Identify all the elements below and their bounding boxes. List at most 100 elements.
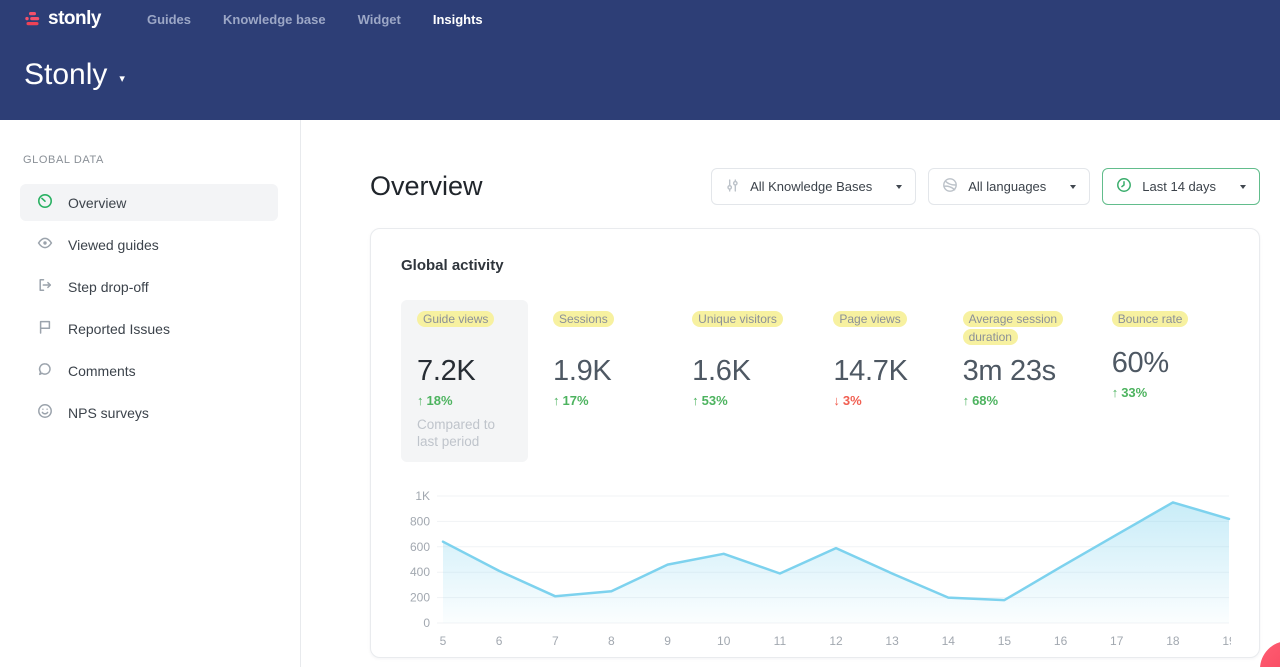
metric-value: 14.7K	[833, 355, 962, 388]
metric-value: 1.6K	[692, 355, 833, 388]
metric-sessions[interactable]: Sessions 1.9K 17%	[553, 300, 692, 462]
main-content: Overview All Knowledge Bases	[301, 120, 1280, 667]
sidebar-item-comments[interactable]: Comments	[20, 352, 278, 389]
up-arrow-icon	[417, 393, 424, 408]
card-title: Global activity	[401, 257, 1229, 274]
svg-text:14: 14	[942, 634, 956, 648]
svg-text:17: 17	[1110, 634, 1124, 648]
svg-text:10: 10	[717, 634, 731, 648]
svg-text:200: 200	[410, 591, 430, 605]
workspace-band: Stonly ▾	[0, 38, 1280, 120]
activity-chart: 02004006008001K5678910111213141516171819	[401, 484, 1229, 661]
top-nav: Guides Knowledge base Widget Insights	[131, 12, 499, 27]
sidebar-item-step-drop-off[interactable]: Step drop-off	[20, 268, 278, 305]
sidebar-item-viewed-guides[interactable]: Viewed guides	[20, 226, 278, 263]
sidebar-item-reported-issues[interactable]: Reported Issues	[20, 310, 278, 347]
sidebar-item-nps-surveys[interactable]: NPS surveys	[20, 394, 278, 431]
up-arrow-icon	[692, 393, 699, 408]
metric-label: Bounce rate	[1112, 311, 1189, 327]
metric-label: Guide views	[417, 311, 494, 327]
svg-text:15: 15	[998, 634, 1012, 648]
stonly-logo-icon	[24, 10, 42, 28]
clock-icon	[1116, 177, 1132, 196]
gauge-icon	[37, 193, 53, 212]
dropdown-label: Last 14 days	[1142, 179, 1216, 194]
area-chart-svg: 02004006008001K5678910111213141516171819	[401, 484, 1231, 656]
nav-knowledge-base[interactable]: Knowledge base	[207, 12, 342, 27]
metric-change: 33%	[1112, 385, 1229, 400]
metric-change: 18%	[417, 393, 512, 408]
step-dropoff-icon	[37, 277, 53, 296]
sidebar: GLOBAL DATA Overview Viewed guides	[0, 120, 301, 667]
chevron-down-icon	[896, 185, 902, 189]
svg-text:0: 0	[423, 616, 430, 630]
svg-text:800: 800	[410, 514, 430, 528]
metric-value: 60%	[1112, 347, 1229, 380]
metric-change: 68%	[963, 393, 1112, 408]
top-navbar: stonly Guides Knowledge base Widget Insi…	[0, 0, 1280, 38]
svg-text:600: 600	[410, 540, 430, 554]
sliders-icon	[725, 178, 740, 196]
sidebar-item-label: Reported Issues	[68, 321, 170, 337]
comment-icon	[37, 361, 53, 380]
dropdown-label: All languages	[968, 179, 1046, 194]
globe-icon	[942, 177, 958, 196]
sidebar-item-label: NPS surveys	[68, 405, 149, 421]
metric-note: Compared to last period	[417, 416, 515, 450]
svg-text:7: 7	[552, 634, 559, 648]
flag-icon	[37, 319, 53, 338]
nav-guides[interactable]: Guides	[131, 12, 207, 27]
up-arrow-icon	[1112, 385, 1119, 400]
page-title: Overview	[370, 171, 483, 202]
svg-text:16: 16	[1054, 634, 1068, 648]
chevron-down-icon	[1070, 185, 1076, 189]
svg-text:9: 9	[664, 634, 671, 648]
metric-label: Sessions	[553, 311, 614, 327]
smiley-icon	[37, 403, 53, 422]
dropdown-label: All Knowledge Bases	[750, 179, 872, 194]
svg-text:5: 5	[440, 634, 447, 648]
nav-widget[interactable]: Widget	[342, 12, 417, 27]
metric-label: Unique visitors	[692, 311, 783, 327]
metric-value: 7.2K	[417, 355, 512, 388]
date-range-dropdown[interactable]: Last 14 days	[1102, 168, 1260, 205]
metric-average-session-duration[interactable]: Average session duration 3m 23s 68%	[963, 300, 1112, 462]
sidebar-item-label: Overview	[68, 195, 126, 211]
metric-change: 3%	[833, 393, 962, 408]
metric-change: 53%	[692, 393, 833, 408]
metric-bounce-rate[interactable]: Bounce rate 60% 33%	[1112, 300, 1229, 462]
logo-text: stonly	[48, 8, 101, 30]
svg-text:18: 18	[1166, 634, 1180, 648]
metric-label: Page views	[833, 311, 906, 327]
nav-insights[interactable]: Insights	[417, 12, 499, 27]
down-arrow-icon	[833, 393, 840, 408]
svg-text:1K: 1K	[415, 489, 430, 503]
eye-icon	[37, 235, 53, 254]
metric-page-views[interactable]: Page views 14.7K 3%	[833, 300, 962, 462]
stonly-logo[interactable]: stonly	[24, 8, 101, 30]
sidebar-item-label: Step drop-off	[68, 279, 149, 295]
metric-unique-visitors[interactable]: Unique visitors 1.6K 53%	[692, 300, 833, 462]
up-arrow-icon	[553, 393, 560, 408]
svg-text:12: 12	[829, 634, 843, 648]
knowledge-bases-dropdown[interactable]: All Knowledge Bases	[711, 168, 916, 205]
workspace-selector[interactable]: Stonly ▾	[24, 58, 125, 92]
svg-text:6: 6	[496, 634, 503, 648]
workspace-title: Stonly	[24, 58, 107, 92]
metric-value: 1.9K	[553, 355, 692, 388]
svg-text:19: 19	[1222, 634, 1231, 648]
metric-change: 17%	[553, 393, 692, 408]
languages-dropdown[interactable]: All languages	[928, 168, 1090, 205]
svg-text:8: 8	[608, 634, 615, 648]
svg-text:11: 11	[774, 634, 787, 648]
metric-guide-views[interactable]: Guide views 7.2K 18% Compared to last pe…	[401, 300, 528, 462]
svg-text:400: 400	[410, 565, 430, 579]
sidebar-item-label: Comments	[68, 363, 136, 379]
chevron-down-icon	[1240, 185, 1246, 189]
metric-value: 3m 23s	[963, 355, 1112, 388]
sidebar-item-overview[interactable]: Overview	[20, 184, 278, 221]
sidebar-item-label: Viewed guides	[68, 237, 159, 253]
sidebar-section-title: GLOBAL DATA	[23, 154, 300, 166]
filter-bar: All Knowledge Bases All languages	[711, 168, 1260, 205]
global-activity-card: Global activity Guide views 7.2K 18% Com…	[370, 228, 1260, 658]
